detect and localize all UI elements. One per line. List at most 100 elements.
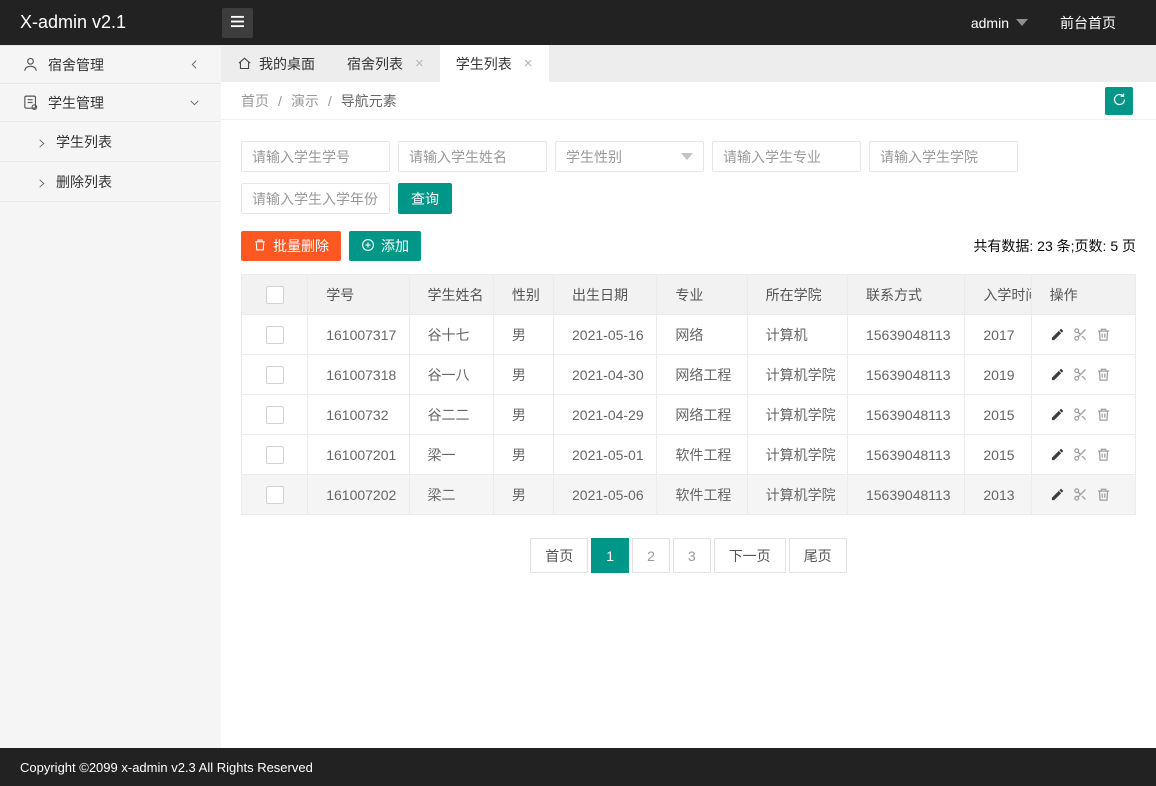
search-form: 学生性别 查询 <box>241 141 1136 214</box>
tab-dorm-list[interactable]: 宿舍列表 × <box>331 45 440 82</box>
cut-scissors-icon[interactable] <box>1073 447 1088 462</box>
cell-college: 计算机学院 <box>747 475 847 515</box>
close-icon[interactable]: × <box>415 56 424 71</box>
cell-birth: 2021-05-01 <box>554 435 657 475</box>
main-panel: 我的桌面 宿舍列表 × 学生列表 × 首页 / 演示 / 导航元素 <box>221 45 1156 748</box>
batch-delete-button[interactable]: 批量删除 <box>241 231 341 261</box>
row-checkbox[interactable] <box>266 486 284 504</box>
select-all-checkbox[interactable] <box>266 286 284 304</box>
trash-icon[interactable] <box>1096 407 1111 422</box>
cut-scissors-icon[interactable] <box>1073 327 1088 342</box>
column-header: 入学时间 <box>965 275 1031 315</box>
cell-name: 谷二二 <box>409 395 493 435</box>
breadcrumb: 首页 / 演示 / 导航元素 <box>221 82 1156 120</box>
sidebar-item-dorm-management[interactable]: 宿舍管理 <box>0 46 221 84</box>
tab-student-list[interactable]: 学生列表 × <box>440 45 549 82</box>
student-name-input[interactable] <box>398 141 547 172</box>
sidebar-item-student-list[interactable]: 学生列表 <box>0 122 221 162</box>
cell-operations <box>1031 355 1135 395</box>
chevron-down-icon <box>1016 19 1028 26</box>
cell-student-id: 161007318 <box>308 355 409 395</box>
trash-icon[interactable] <box>1096 447 1111 462</box>
top-header: X-admin v2.1 admin 前台首页 <box>0 0 1156 45</box>
trash-icon[interactable] <box>1096 327 1111 342</box>
edit-pencil-icon[interactable] <box>1050 367 1065 382</box>
cell-phone: 15639048113 <box>847 355 964 395</box>
edit-pencil-icon[interactable] <box>1050 407 1065 422</box>
search-button[interactable]: 查询 <box>398 183 452 214</box>
cell-student-id: 161007201 <box>308 435 409 475</box>
breadcrumb-demo[interactable]: 演示 <box>291 91 319 111</box>
sidebar-toggle-button[interactable] <box>222 8 253 38</box>
close-icon[interactable]: × <box>524 56 533 71</box>
user-icon <box>22 56 39 73</box>
user-menu[interactable]: admin <box>971 15 1028 31</box>
cell-operations <box>1031 395 1135 435</box>
table-row: 161007318 谷一八 男 2021-04-30 网络工程 计算机学院 15… <box>242 355 1136 395</box>
column-header: 专业 <box>657 275 747 315</box>
form-icon <box>22 94 39 111</box>
row-checkbox[interactable] <box>266 446 284 464</box>
cell-name: 谷一八 <box>409 355 493 395</box>
edit-pencil-icon[interactable] <box>1050 327 1065 342</box>
cell-phone: 15639048113 <box>847 435 964 475</box>
page-last-button[interactable]: 尾页 <box>789 538 847 573</box>
column-header: 操作 <box>1031 275 1135 315</box>
sidebar: 宿舍管理 学生管理 学生列表 删除列表 <box>0 45 221 748</box>
trash-icon[interactable] <box>1096 367 1111 382</box>
cut-scissors-icon[interactable] <box>1073 487 1088 502</box>
edit-pencil-icon[interactable] <box>1050 487 1065 502</box>
page-content: 学生性别 查询 批量删除 <box>221 120 1156 573</box>
breadcrumb-home[interactable]: 首页 <box>241 91 269 111</box>
chevron-right-icon <box>36 176 47 187</box>
pagination: 首页 1 2 3 下一页 尾页 <box>241 538 1136 573</box>
page-first-button[interactable]: 首页 <box>530 538 588 573</box>
header-right: admin 前台首页 <box>971 13 1156 33</box>
table-toolbar: 批量删除 添加 共有数据: 23 条;页数: 5 页 <box>241 231 1136 261</box>
breadcrumb-separator: / <box>278 93 282 109</box>
cell-student-id: 161007202 <box>308 475 409 515</box>
sidebar-item-delete-list[interactable]: 删除列表 <box>0 162 221 202</box>
page-3-button[interactable]: 3 <box>673 538 711 573</box>
cut-scissors-icon[interactable] <box>1073 367 1088 382</box>
frontpage-link[interactable]: 前台首页 <box>1060 13 1116 33</box>
cell-student-id: 161007317 <box>308 315 409 355</box>
tab-bar: 我的桌面 宿舍列表 × 学生列表 × <box>221 45 1156 82</box>
sidebar-subitem-label: 删除列表 <box>56 172 112 192</box>
refresh-button[interactable] <box>1105 87 1133 115</box>
cell-major: 网络 <box>657 315 747 355</box>
student-id-input[interactable] <box>241 141 390 172</box>
cell-college: 计算机学院 <box>747 355 847 395</box>
table-row: 16100732 谷二二 男 2021-04-29 网络工程 计算机学院 156… <box>242 395 1136 435</box>
cell-student-id: 16100732 <box>308 395 409 435</box>
cell-college: 计算机学院 <box>747 435 847 475</box>
cell-major: 软件工程 <box>657 435 747 475</box>
column-header: 出生日期 <box>554 275 657 315</box>
row-checkbox[interactable] <box>266 326 284 344</box>
trash-icon[interactable] <box>1096 487 1111 502</box>
add-label: 添加 <box>381 236 409 256</box>
sidebar-item-student-management[interactable]: 学生管理 <box>0 84 221 122</box>
cell-name: 梁一 <box>409 435 493 475</box>
cell-college: 计算机 <box>747 315 847 355</box>
row-checkbox[interactable] <box>266 366 284 384</box>
page-1-button[interactable]: 1 <box>591 538 629 573</box>
cell-name: 谷十七 <box>409 315 493 355</box>
cell-major: 网络工程 <box>657 355 747 395</box>
enroll-year-input[interactable] <box>241 183 390 214</box>
add-button[interactable]: 添加 <box>349 231 421 261</box>
gender-select[interactable]: 学生性别 <box>555 141 704 172</box>
student-major-input[interactable] <box>712 141 861 172</box>
cell-year: 2019 <box>965 355 1031 395</box>
edit-pencil-icon[interactable] <box>1050 447 1065 462</box>
column-header: 联系方式 <box>847 275 964 315</box>
page-2-button[interactable]: 2 <box>632 538 670 573</box>
cut-scissors-icon[interactable] <box>1073 407 1088 422</box>
cell-operations <box>1031 475 1135 515</box>
student-college-input[interactable] <box>869 141 1018 172</box>
breadcrumb-separator: / <box>328 93 332 109</box>
table-row: 161007201 梁一 男 2021-05-01 软件工程 计算机学院 156… <box>242 435 1136 475</box>
page-next-button[interactable]: 下一页 <box>714 538 786 573</box>
tab-my-desktop[interactable]: 我的桌面 <box>221 45 331 82</box>
row-checkbox[interactable] <box>266 406 284 424</box>
